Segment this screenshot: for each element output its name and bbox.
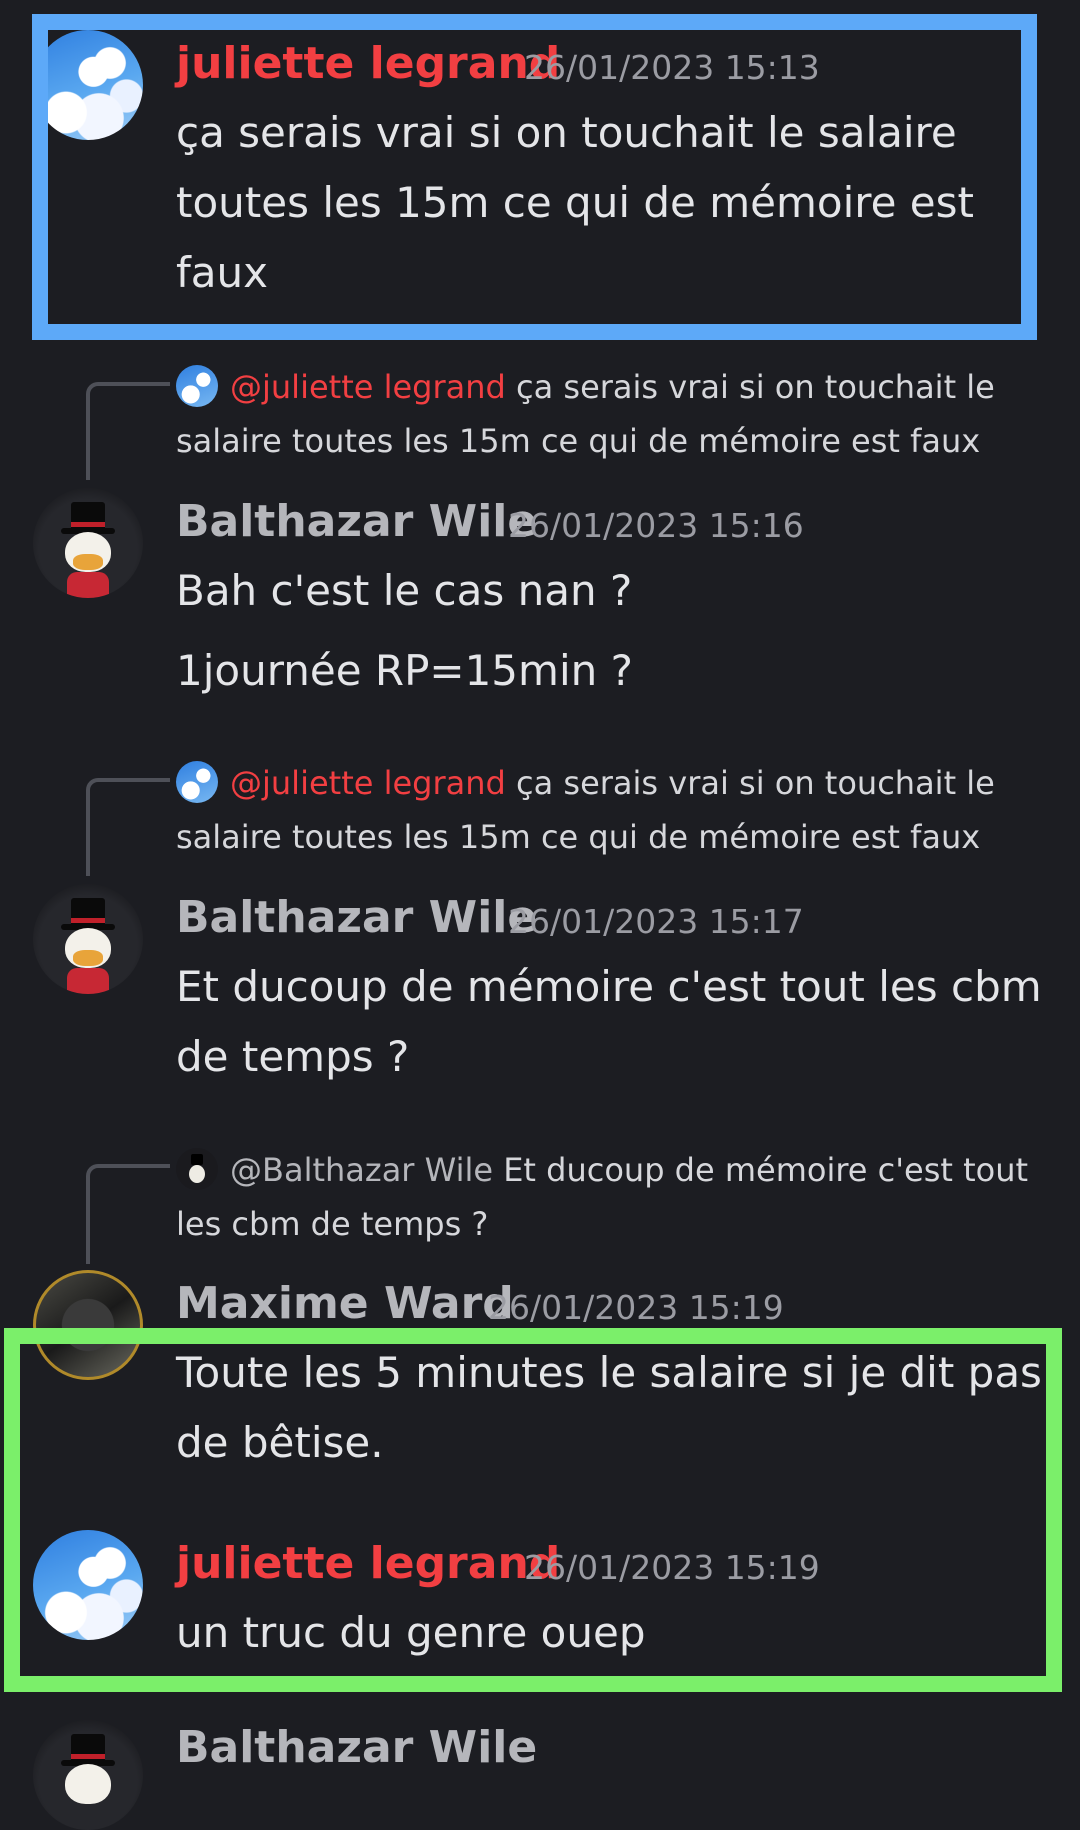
author-name[interactable]: Balthazar Wile (176, 892, 537, 943)
reply-preview[interactable]: @juliette legrand ça serais vrai si on t… (176, 360, 1056, 414)
reply-preview[interactable]: @Balthazar Wile Et ducoup de mémoire c'e… (176, 1143, 1056, 1197)
message-line: 1journée RP=15min ? (176, 646, 633, 695)
reply-connector (86, 778, 170, 876)
reply-mention[interactable]: @juliette legrand (230, 368, 506, 406)
author-name[interactable]: Balthazar Wile (176, 1722, 537, 1773)
reply-line-2: les cbm de temps ? (176, 1205, 489, 1243)
avatar-balthazar[interactable] (33, 488, 143, 598)
message-line: Bah c'est le cas nan ? (176, 566, 633, 615)
avatar-balthazar[interactable] (33, 1720, 143, 1830)
reply-preview[interactable]: @juliette legrand ça serais vrai si on t… (176, 756, 1056, 810)
message-line: de temps ? (176, 1032, 410, 1081)
timestamp: 26/01/2023 15:16 (508, 506, 804, 545)
message-line: Et ducoup de mémoire c'est tout les cbm (176, 962, 1042, 1011)
reply-mention[interactable]: @juliette legrand (230, 764, 506, 802)
timestamp: 26/01/2023 15:17 (508, 902, 804, 941)
author-name[interactable]: Balthazar Wile (176, 496, 537, 547)
avatar-balthazar[interactable] (33, 884, 143, 994)
author-name[interactable]: Maxime Ward (176, 1278, 514, 1329)
timestamp: 26/01/2023 15:19 (488, 1288, 784, 1327)
reply-mention[interactable]: @Balthazar Wile (230, 1151, 493, 1189)
reply-line-2: salaire toutes les 15m ce qui de mémoire… (176, 818, 981, 856)
reply-connector (86, 382, 170, 480)
reply-line-1: ça serais vrai si on touchait le (505, 764, 995, 802)
reply-line-1: Et ducoup de mémoire c'est tout (493, 1151, 1029, 1189)
reply-connector (86, 1164, 170, 1264)
highlight-box-blue (32, 14, 1037, 340)
reply-line-1: ça serais vrai si on touchait le (505, 368, 995, 406)
highlight-box-green (4, 1328, 1062, 1692)
reply-line-2: salaire toutes les 15m ce qui de mémoire… (176, 422, 981, 460)
